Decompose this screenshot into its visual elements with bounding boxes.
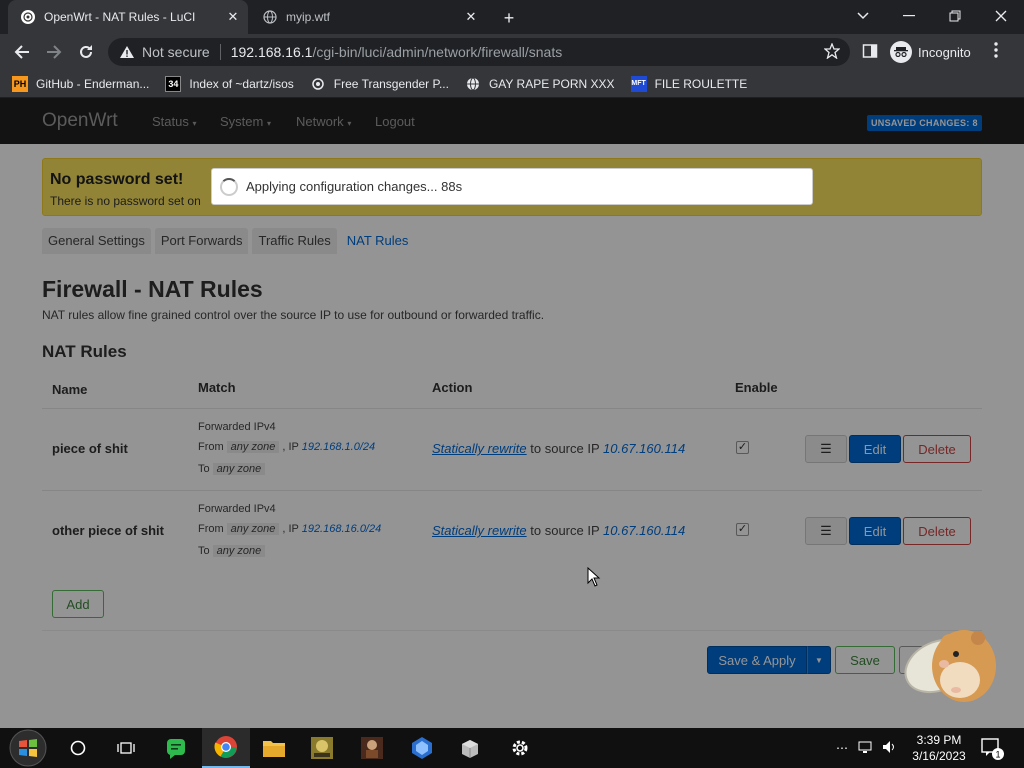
reload-icon[interactable] [72,38,100,66]
start-button-icon[interactable] [4,728,52,768]
url-host: 192.168.16.1 [230,44,313,60]
incognito-icon [890,41,912,63]
new-tab-button[interactable]: + [498,7,520,29]
bookmark-item[interactable]: MFT FILE ROULETTE [630,75,748,92]
warning-triangle-icon[interactable] [118,45,136,59]
apply-progress-modal: Applying configuration changes... 88s [211,168,813,205]
modal-text: Applying configuration changes... 88s [246,179,463,194]
mouse-cursor-icon [587,566,601,592]
tab-title: OpenWrt - NAT Rules - LuCI [44,10,196,24]
clock-time: 3:39 PM [916,733,962,747]
character-app-icon[interactable] [348,728,396,768]
blue-app-icon[interactable] [398,728,446,768]
incognito-label: Incognito [918,44,971,60]
box-app-icon[interactable] [446,728,494,768]
notification-count: 1 [995,750,1000,760]
bookmark-item[interactable]: Free Transgender P... [310,76,449,92]
tab-title: myip.wtf [286,10,331,24]
show-hidden-icons-icon[interactable]: ⋯ [836,741,848,755]
page-content: OpenWrt Status ▾ System ▾ Network ▾ Logo… [0,98,1024,728]
bookmark-label: GAY RAPE PORN XXX [488,76,615,91]
url-path: /cgi-bin/luci/admin/network/firewall/sna… [312,44,563,60]
bookmark-item[interactable]: PH GitHub - Enderman... [12,75,150,92]
task-view-icon[interactable] [102,728,150,768]
pornhub-favicon-icon: PH [12,75,28,92]
network-icon[interactable] [858,740,874,757]
bookmark-star-icon[interactable] [823,42,841,62]
bookmark-label: FILE ROULETTE [654,76,748,91]
globe-icon [465,76,481,92]
game-app-icon[interactable] [298,728,346,768]
file-explorer-icon[interactable] [250,728,298,768]
side-panel-icon[interactable] [862,43,878,64]
browser-toolbar: Not secure 192.168.16.1/cgi-bin/luci/adm… [0,34,1024,70]
windows-taskbar: ⋯ 3:39 PM 3/16/2023 1 [0,728,1024,768]
screen: OpenWrt - NAT Rules - LuCI ✕ myip.wtf ✕ … [0,0,1024,768]
incognito-indicator[interactable]: Incognito [890,39,971,65]
browser-tab-luci[interactable]: OpenWrt - NAT Rules - LuCI ✕ [8,0,248,34]
bookmark-label: Free Transgender P... [333,76,449,91]
mft-favicon-icon: MFT [630,75,647,92]
chrome-icon[interactable] [202,728,250,768]
browser-tab-myip[interactable]: myip.wtf ✕ [250,0,486,34]
minimize-icon[interactable] [886,0,932,32]
notification-center-icon[interactable]: 1 [980,736,1004,765]
security-label: Not secure [142,44,210,60]
bookmark-label: GitHub - Enderman... [36,76,150,91]
address-bar[interactable]: Not secure 192.168.16.1/cgi-bin/luci/adm… [108,38,850,66]
settings-gear-icon[interactable] [496,728,544,768]
close-window-icon[interactable] [978,0,1024,32]
kebab-menu-icon[interactable] [994,42,998,63]
spinner-icon [220,177,238,196]
globe-icon [262,9,278,25]
browser-tab-strip: OpenWrt - NAT Rules - LuCI ✕ myip.wtf ✕ … [0,0,1024,34]
tab-search-icon[interactable] [840,0,886,32]
site-favicon-icon [310,76,326,92]
back-arrow-icon[interactable] [8,38,36,66]
site-34-favicon-icon: 34 [165,75,182,92]
divider [219,44,221,60]
bookmark-item[interactable]: GAY RAPE PORN XXX [465,76,615,92]
forward-arrow-icon[interactable] [40,38,68,66]
clock-date: 3/16/2023 [912,749,966,763]
close-tab-icon[interactable]: ✕ [224,8,242,26]
restore-icon[interactable] [932,0,978,32]
taskbar-clock[interactable]: 3:39 PM 3/16/2023 [906,732,972,764]
system-tray: ⋯ [836,728,898,768]
volume-icon[interactable] [882,740,898,757]
bookmark-item[interactable]: 34 Index of ~dartz/isos [165,75,294,92]
bookmarks-bar: PH GitHub - Enderman... 34 Index of ~dar… [0,70,1024,98]
hamster-sticker-image [898,620,1002,717]
cortana-circle-icon[interactable] [54,728,102,768]
close-tab-icon[interactable]: ✕ [462,8,480,26]
bookmark-label: Index of ~dartz/isos [189,76,294,91]
openwrt-favicon-icon [20,9,36,25]
green-chat-app-icon[interactable] [152,728,200,768]
